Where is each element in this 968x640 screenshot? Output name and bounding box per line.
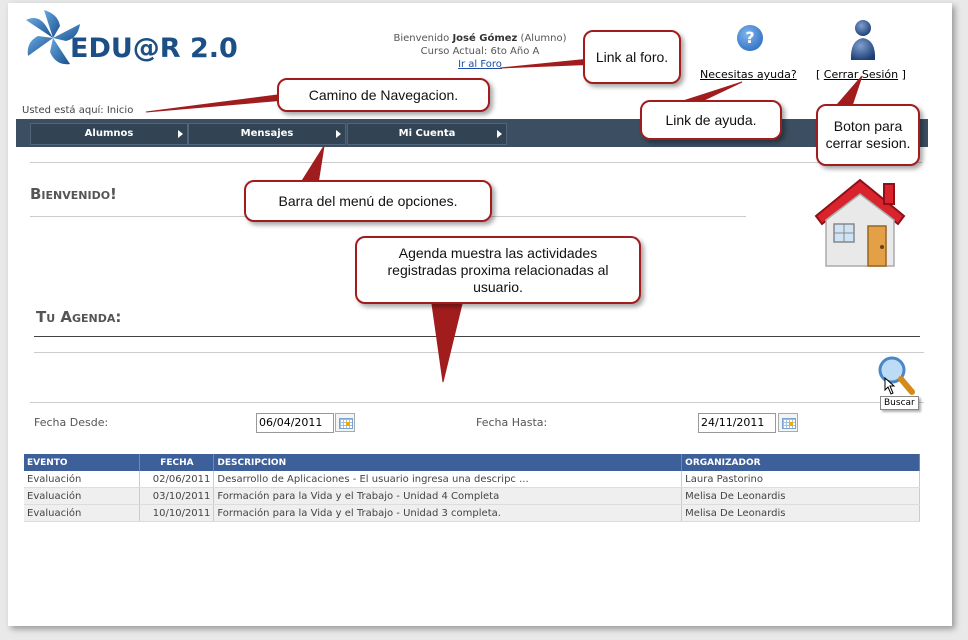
search-icon[interactable] — [875, 354, 915, 398]
menu-arrow-icon — [336, 130, 341, 138]
welcome-line: Bienvenido José Gómez (Alumno) — [380, 32, 580, 45]
divider — [34, 336, 920, 337]
cell-fecha: 10/10/2011 — [139, 504, 215, 522]
callout-agenda: Agenda muestra las actividades registrad… — [355, 236, 641, 304]
logout-area: [ Cerrar Sesión ] — [816, 68, 906, 81]
menu-item-mensajes[interactable]: Mensajes — [188, 123, 346, 145]
menu-item-mi-cuenta[interactable]: Mi Cuenta — [347, 123, 507, 145]
help-link[interactable]: Necesitas ayuda? — [700, 68, 797, 81]
menu-arrow-icon — [178, 130, 183, 138]
fecha-desde-input[interactable]: 06/04/2011 — [256, 413, 334, 433]
table-row[interactable]: Evaluación 10/10/2011 Formación para la … — [24, 504, 920, 522]
logo-text: EDU@R 2.0 — [70, 33, 238, 64]
divider — [30, 162, 922, 163]
help-icon-wrap[interactable]: ? — [700, 25, 800, 51]
menu-item-alumnos[interactable]: Alumnos — [30, 123, 188, 145]
cell-descripcion: Formación para la Vida y el Trabajo - Un… — [213, 487, 683, 505]
fecha-hasta-input[interactable]: 24/11/2011 — [698, 413, 776, 433]
cell-evento: Evaluación — [24, 471, 141, 488]
table-row[interactable]: Evaluación 02/06/2011 Desarrollo de Apli… — [24, 471, 920, 488]
cell-descripcion: Formación para la Vida y el Trabajo - Un… — [213, 504, 683, 522]
callout-forum: Link al foro. — [583, 30, 681, 84]
cell-fecha: 02/06/2011 — [139, 471, 215, 488]
table-row[interactable]: Evaluación 03/10/2011 Formación para la … — [24, 487, 920, 505]
menu-arrow-icon — [497, 130, 502, 138]
cell-evento: Evaluación — [24, 487, 141, 505]
cell-evento: Evaluación — [24, 504, 141, 522]
welcome-prefix: Bienvenido — [393, 33, 450, 44]
forum-link[interactable]: Ir al Foro — [458, 59, 502, 70]
agenda-heading: Tu Agenda: — [36, 308, 122, 326]
column-header: FECHA — [139, 454, 215, 471]
callout-menubar: Barra del menú de opciones. — [244, 180, 492, 222]
table-header-row: EVENTO FECHA DESCRIPCION ORGANIZADOR — [24, 454, 920, 471]
cell-organizador: Melisa De Leonardis — [681, 504, 920, 522]
welcome-heading: Bienvenido! — [30, 185, 117, 203]
menu-bar: Alumnos Mensajes Mi Cuenta — [16, 119, 928, 147]
help-icon[interactable]: ? — [737, 25, 763, 51]
column-header: DESCRIPCION — [213, 454, 683, 471]
cell-fecha: 03/10/2011 — [139, 487, 215, 505]
user-icon — [850, 20, 876, 60]
cell-organizador: Melisa De Leonardis — [681, 487, 920, 505]
logout-link[interactable]: Cerrar Sesión — [824, 68, 898, 81]
column-header: EVENTO — [24, 454, 141, 471]
welcome-info: Bienvenido José Gómez (Alumno) Curso Act… — [380, 32, 580, 71]
breadcrumb: Usted está aquí: Inicio — [22, 105, 134, 116]
user-name: José Gómez — [452, 33, 518, 44]
callout-help: Link de ayuda. — [640, 100, 782, 140]
column-header: ORGANIZADOR — [681, 454, 920, 471]
calendar-icon[interactable] — [778, 413, 798, 432]
callout-navigation: Camino de Navegacion. — [277, 78, 490, 112]
house-icon[interactable] — [810, 172, 910, 270]
cell-organizador: Laura Pastorino — [681, 471, 920, 488]
fecha-hasta-label: Fecha Hasta: — [476, 416, 548, 429]
menu-item-label: Alumnos — [84, 128, 134, 139]
current-course: Curso Actual: 6to Año A — [420, 46, 540, 57]
logout-bracket-close: ] — [901, 68, 906, 81]
divider — [30, 402, 924, 403]
search-tooltip: Buscar — [880, 396, 919, 410]
divider — [34, 352, 924, 353]
calendar-icon[interactable] — [335, 413, 355, 432]
agenda-table: EVENTO FECHA DESCRIPCION ORGANIZADOR Eva… — [24, 454, 920, 522]
fecha-desde-label: Fecha Desde: — [34, 416, 109, 429]
user-role: (Alumno) — [520, 33, 567, 44]
callout-logout: Boton para cerrar sesion. — [816, 104, 920, 166]
cell-descripcion: Desarrollo de Aplicaciones - El usuario … — [213, 471, 683, 488]
logout-bracket-open: [ — [816, 68, 821, 81]
menu-item-label: Mi Cuenta — [398, 128, 456, 139]
menu-item-label: Mensajes — [240, 128, 294, 139]
